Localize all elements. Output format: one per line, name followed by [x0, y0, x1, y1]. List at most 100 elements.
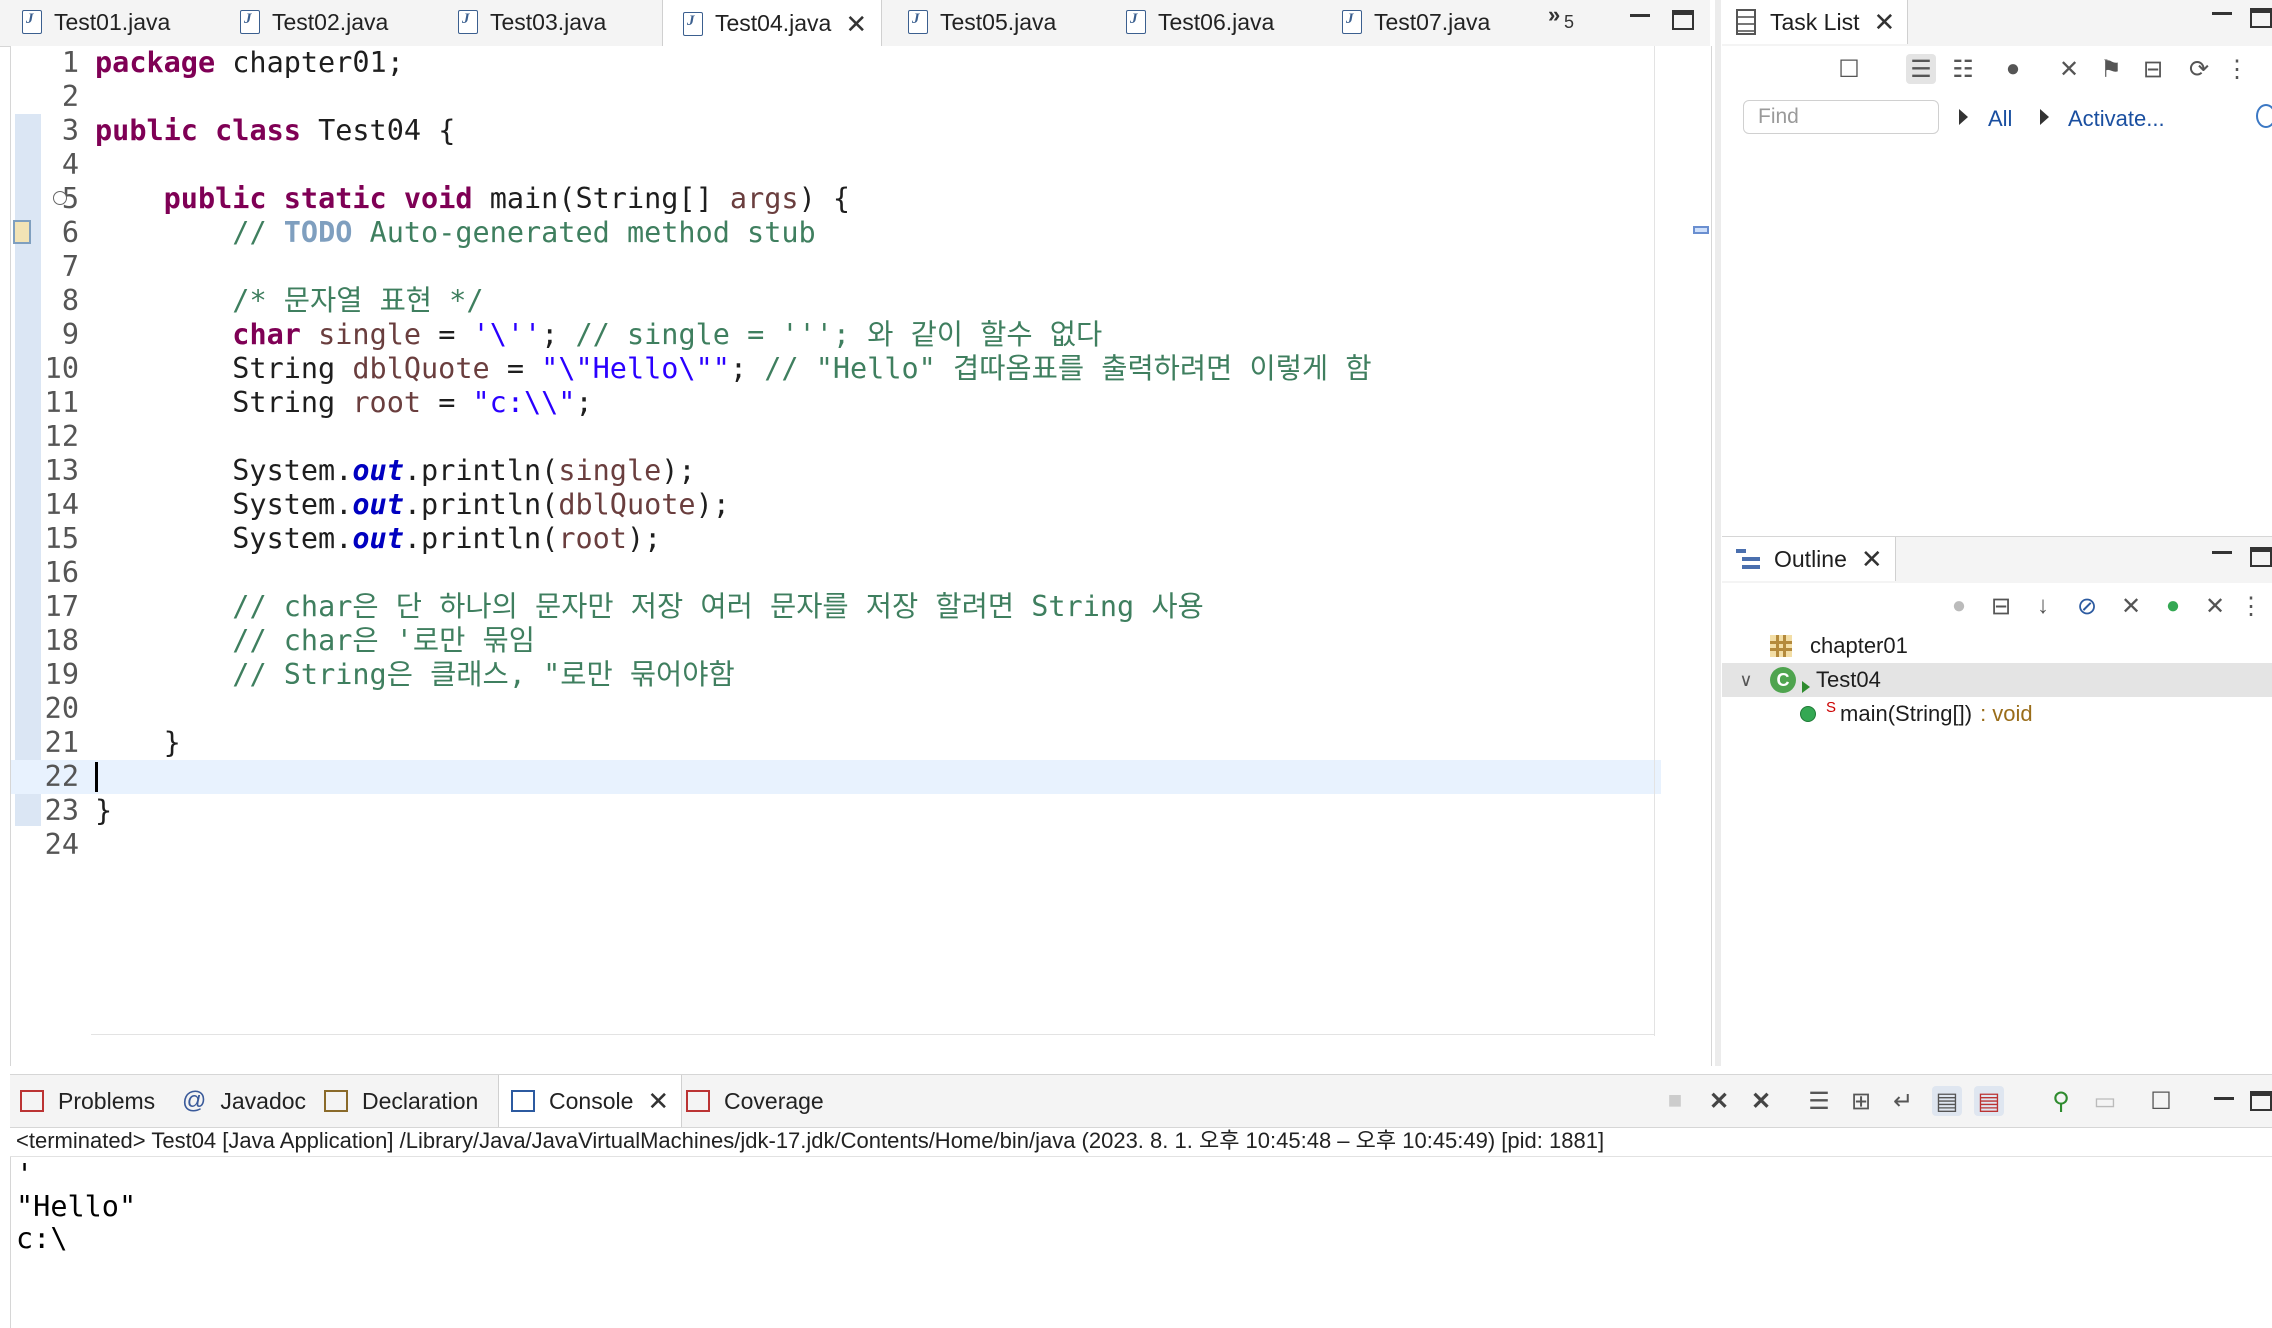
maximize-icon[interactable] — [2250, 1091, 2272, 1111]
maximize-icon[interactable] — [2250, 8, 2272, 28]
scroll-lock-icon[interactable]: ⊞ — [1846, 1086, 1876, 1116]
hide-icon[interactable]: ⚑ — [2096, 54, 2126, 84]
scheduled-icon[interactable]: ☷ — [1948, 54, 1978, 84]
code-line[interactable]: 17 // char은 단 하나의 문자만 저장 여러 문자를 저장 할려면 S… — [11, 590, 1661, 624]
code-line[interactable]: 16 — [11, 556, 1661, 590]
expand-arrow-icon[interactable] — [1959, 109, 1968, 125]
code-line[interactable]: 12 — [11, 420, 1661, 454]
code-line[interactable]: 20 — [11, 692, 1661, 726]
hide-nonpublic-icon[interactable]: ● — [2158, 591, 2188, 621]
minimize-icon[interactable] — [2214, 1097, 2234, 1100]
tab-declaration[interactable]: Declaration — [324, 1075, 478, 1127]
overview-ruler-marker[interactable] — [1693, 226, 1709, 234]
minimize-icon[interactable] — [1630, 14, 1650, 17]
code-line[interactable]: 11 String root = "c:\\"; — [11, 386, 1661, 420]
hide-static-icon[interactable]: ✕ — [2116, 591, 2146, 621]
fold-collapse-icon[interactable] — [53, 191, 67, 205]
code-editor[interactable]: 1 package chapter01; 2 3 public class Test04… — [10, 46, 1712, 1066]
new-task-icon[interactable]: ☐ — [1834, 54, 1864, 84]
editor-tab-test04[interactable]: Test04.java ✕ — [662, 0, 882, 47]
code-line[interactable]: 19 // String은 클래스, "로만 묶어야함 — [11, 658, 1661, 692]
remove-all-terminated-icon[interactable]: ✕ — [1746, 1086, 1776, 1116]
code-line[interactable]: 2 — [11, 80, 1661, 114]
tab-console[interactable]: Console ✕ — [498, 1075, 683, 1127]
line-number: 13 — [44, 454, 79, 487]
code-line[interactable]: 21 } — [11, 726, 1661, 760]
code-line[interactable]: 22 — [11, 760, 1661, 794]
console-output-line: ' — [16, 1158, 34, 1191]
code-line[interactable]: 10 String dblQuote = "\"Hello\""; // "He… — [11, 352, 1661, 386]
code-line[interactable]: 3 public class Test04 { — [11, 114, 1661, 148]
categorized-icon[interactable]: ☰ — [1906, 54, 1936, 84]
hide-local-types-icon[interactable]: ✕ — [2200, 591, 2230, 621]
editor-divider — [1654, 46, 1655, 1036]
help-icon[interactable] — [2256, 104, 2272, 128]
close-icon[interactable]: ✕ — [1873, 9, 1895, 35]
maximize-icon[interactable] — [2250, 547, 2272, 567]
remove-launch-icon[interactable]: ✕ — [1704, 1086, 1734, 1116]
outline-item-class[interactable]: ∨ C Test04 — [1722, 663, 2272, 697]
view-menu-icon[interactable]: ⋮ — [2236, 591, 2266, 621]
open-console-icon[interactable]: ☐ — [2146, 1086, 2176, 1116]
task-marker-icon[interactable] — [13, 220, 31, 244]
editor-tab-test05[interactable]: Test05.java — [888, 0, 1100, 44]
java-file-icon — [1126, 10, 1146, 34]
more-tabs-chevron-icon[interactable]: » — [1548, 2, 1560, 28]
code-line[interactable]: 9 char single = '\''; // single = '''; 와… — [11, 318, 1661, 352]
close-icon[interactable]: ✕ — [1861, 546, 1883, 572]
code-line[interactable]: 5 public static void main(String[] args)… — [11, 182, 1661, 216]
tab-javadoc[interactable]: @ Javadoc — [182, 1075, 306, 1127]
close-icon[interactable]: ✕ — [647, 1088, 669, 1114]
hide-fields-icon[interactable]: ⊘ — [2072, 591, 2102, 621]
code-line[interactable]: 23} — [11, 794, 1661, 828]
tab-problems[interactable]: Problems — [20, 1075, 155, 1127]
focus-active-task-icon[interactable]: ● — [1944, 591, 1974, 621]
terminate-icon[interactable]: ■ — [1660, 1086, 1690, 1116]
tab-task-list[interactable]: Task List ✕ — [1722, 0, 1909, 44]
code-line[interactable]: 1 package chapter01; — [11, 46, 1661, 80]
code-line[interactable]: 7 — [11, 250, 1661, 284]
minimize-icon[interactable] — [2212, 551, 2232, 554]
editor-tab-test02[interactable]: Test02.java — [220, 0, 432, 44]
collapse-all-icon[interactable]: ⊟ — [1986, 591, 2016, 621]
focus-icon[interactable]: ● — [1998, 54, 2028, 84]
display-console-icon[interactable]: ▭ — [2090, 1086, 2120, 1116]
sort-icon[interactable]: ↓ — [2028, 591, 2058, 621]
view-menu-icon[interactable]: ⋮ — [2222, 54, 2252, 84]
minimize-icon[interactable] — [2212, 12, 2232, 15]
code-line[interactable]: 13 System.out.println(single); — [11, 454, 1661, 488]
task-find-input[interactable]: Find — [1743, 100, 1939, 134]
sash[interactable] — [1715, 0, 1721, 1066]
code-line[interactable]: 4 — [11, 148, 1661, 182]
all-filter-link[interactable]: All — [1988, 106, 2012, 132]
editor-tab-test07[interactable]: Test07.java — [1322, 0, 1534, 44]
horizontal-scrollbar[interactable] — [91, 1034, 1654, 1035]
editor-tab-test06[interactable]: Test06.java — [1106, 0, 1318, 44]
tab-coverage[interactable]: Coverage — [686, 1075, 824, 1127]
maximize-icon[interactable] — [1672, 10, 1694, 30]
code-line[interactable]: 14 System.out.println(dblQuote); — [11, 488, 1661, 522]
outline-item-package[interactable]: chapter01 — [1770, 629, 1908, 663]
code-line[interactable]: 24 — [11, 828, 1661, 862]
clear-console-icon[interactable]: ☰ — [1804, 1086, 1834, 1116]
show-on-stdout-icon[interactable]: ▤ — [1932, 1086, 1962, 1116]
code-line[interactable]: 18 // char은 '로만 묶임 — [11, 624, 1661, 658]
filter-completed-icon[interactable]: ✕ — [2054, 54, 2084, 84]
code-line[interactable]: 6 // TODO Auto-generated method stub — [11, 216, 1661, 250]
code-line[interactable]: 8 /* 문자열 표현 */ — [11, 284, 1661, 318]
show-on-stderr-icon[interactable]: ▤ — [1974, 1086, 2004, 1116]
collapse-all-icon[interactable]: ⊟ — [2138, 54, 2168, 84]
word-wrap-icon[interactable]: ↵ — [1888, 1086, 1918, 1116]
code-line[interactable]: 15 System.out.println(root); — [11, 522, 1661, 556]
close-icon[interactable]: ✕ — [845, 11, 867, 37]
tab-outline[interactable]: Outline ✕ — [1722, 537, 1896, 581]
sync-icon[interactable]: ⟳ — [2184, 54, 2214, 84]
expand-arrow-icon[interactable] — [2040, 109, 2049, 125]
outline-item-method[interactable]: S main(String[]) : void — [1800, 697, 2033, 731]
activate-link[interactable]: Activate... — [2068, 106, 2165, 132]
editor-tab-test01[interactable]: Test01.java — [2, 0, 214, 44]
chevron-down-icon[interactable]: ∨ — [1722, 670, 1770, 691]
editor-tab-test03[interactable]: Test03.java — [438, 0, 650, 44]
console-output-area[interactable] — [10, 1157, 2272, 1328]
pin-console-icon[interactable]: ⚲ — [2046, 1086, 2076, 1116]
